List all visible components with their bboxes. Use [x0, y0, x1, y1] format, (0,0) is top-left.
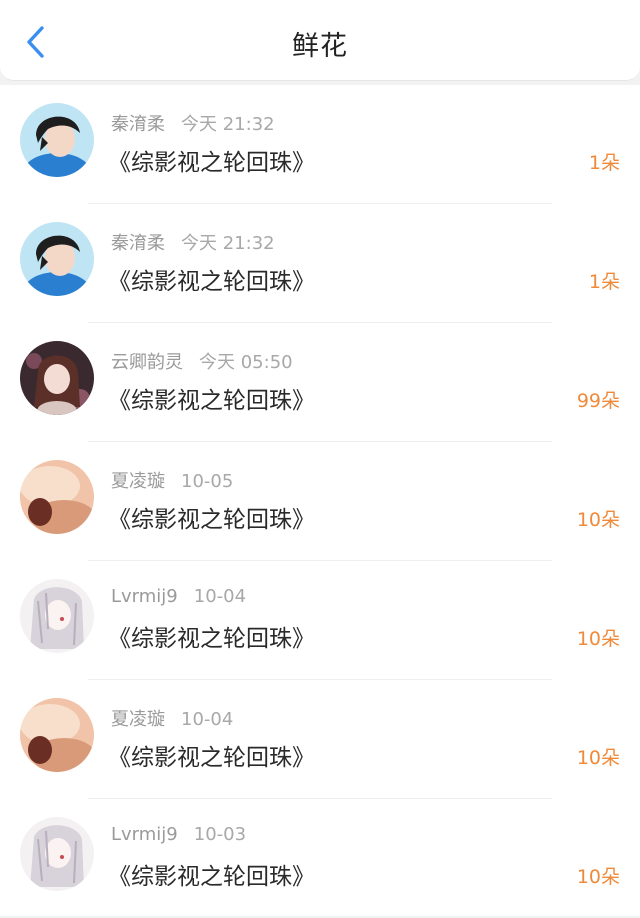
avatar[interactable] — [20, 460, 94, 534]
flower-count: 10朵 — [576, 866, 620, 888]
username[interactable]: 夏凌璇 — [111, 709, 165, 730]
flower-count: 99朵 — [576, 390, 620, 412]
list-item[interactable]: Lvrmij9 10-04 《综影视之轮回珠》 10朵 — [0, 561, 640, 680]
flower-count: 1朵 — [588, 271, 620, 293]
list-item-meta: Lvrmij9 10-04 — [111, 586, 246, 607]
list-item-meta: 秦淯柔 今天 21:32 — [111, 229, 275, 255]
timestamp: 10-05 — [181, 471, 234, 492]
list-item-meta: 夏凌璇 10-05 — [111, 467, 233, 493]
flower-count: 10朵 — [576, 747, 620, 769]
list-item[interactable]: 秦淯柔 今天 21:32 《综影视之轮回珠》 1朵 — [0, 85, 640, 204]
top-bar: 鲜花 — [0, 0, 640, 81]
avatar[interactable] — [20, 341, 94, 415]
avatar[interactable] — [20, 579, 94, 653]
avatar[interactable] — [20, 222, 94, 296]
list-item-meta: 秦淯柔 今天 21:32 — [111, 110, 275, 136]
flower-count: 1朵 — [588, 152, 620, 174]
list-item[interactable]: Lvrmij9 10-03 《综影视之轮回珠》 10朵 — [0, 799, 640, 918]
book-title[interactable]: 《综影视之轮回珠》 — [108, 143, 315, 177]
username[interactable]: 秦淯柔 — [111, 233, 165, 254]
timestamp: 今天 05:50 — [199, 352, 293, 373]
list-item[interactable]: 夏凌璇 10-04 《综影视之轮回珠》 10朵 — [0, 680, 640, 799]
list-item[interactable]: 云卿韵灵 今天 05:50 《综影视之轮回珠》 99朵 — [0, 323, 640, 442]
book-title[interactable]: 《综影视之轮回珠》 — [108, 857, 315, 891]
book-title[interactable]: 《综影视之轮回珠》 — [108, 738, 315, 772]
list-item[interactable]: 夏凌璇 10-05 《综影视之轮回珠》 10朵 — [0, 442, 640, 561]
timestamp: 今天 21:32 — [181, 233, 275, 254]
book-title[interactable]: 《综影视之轮回珠》 — [108, 500, 315, 534]
timestamp: 10-04 — [181, 709, 234, 730]
list-item-meta: Lvrmij9 10-03 — [111, 824, 246, 845]
flower-count: 10朵 — [576, 509, 620, 531]
username[interactable]: 秦淯柔 — [111, 114, 165, 135]
book-title[interactable]: 《综影视之轮回珠》 — [108, 381, 315, 415]
list-item-meta: 夏凌璇 10-04 — [111, 705, 233, 731]
timestamp: 10-03 — [193, 824, 247, 845]
flower-count: 10朵 — [576, 628, 620, 650]
book-title[interactable]: 《综影视之轮回珠》 — [108, 262, 315, 296]
list-item-meta: 云卿韵灵 今天 05:50 — [111, 348, 293, 374]
flower-list: 秦淯柔 今天 21:32 《综影视之轮回珠》 1朵 秦淯柔 今天 21:32 《综影… — [0, 85, 640, 916]
avatar[interactable] — [20, 103, 94, 177]
avatar[interactable] — [20, 698, 94, 772]
username[interactable]: Lvrmij9 — [111, 824, 178, 845]
avatar[interactable] — [20, 817, 94, 891]
username[interactable]: Lvrmij9 — [111, 586, 178, 607]
username[interactable]: 夏凌璇 — [111, 471, 165, 492]
timestamp: 今天 21:32 — [181, 114, 275, 135]
book-title[interactable]: 《综影视之轮回珠》 — [108, 619, 315, 653]
page-title: 鲜花 — [292, 31, 348, 62]
username[interactable]: 云卿韵灵 — [111, 352, 183, 373]
list-item[interactable]: 秦淯柔 今天 21:32 《综影视之轮回珠》 1朵 — [0, 204, 640, 323]
timestamp: 10-04 — [193, 586, 247, 607]
